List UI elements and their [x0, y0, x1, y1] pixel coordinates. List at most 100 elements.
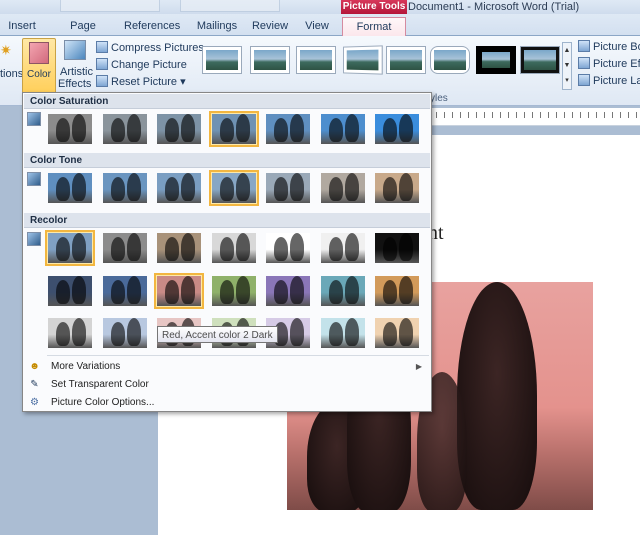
saturation-thumbnail[interactable] [372, 111, 422, 147]
tab-references[interactable]: References [124, 17, 180, 36]
tab-review[interactable]: Review [250, 17, 290, 36]
ruler-tick [532, 112, 533, 118]
tone-thumbnail[interactable] [263, 170, 313, 206]
recolor-thumbnail-image [320, 276, 365, 306]
recolor-thumbnail-image [157, 276, 201, 306]
ruler-tick [500, 112, 501, 118]
tone-thumbnail[interactable] [154, 170, 204, 206]
ruler-tick [508, 112, 509, 118]
saturation-thumbnail-image [48, 114, 92, 144]
tooltip: Red, Accent color 2 Dark [157, 326, 278, 343]
picture-color-options-item[interactable]: ⚙ Picture Color Options... [24, 394, 430, 411]
saturation-thumbnail[interactable] [45, 111, 95, 147]
tone-thumbnail[interactable] [372, 170, 422, 206]
recolor-thumbnail-image [320, 318, 365, 348]
gallery-scroll[interactable]: ▲ ▼ ▾ [562, 42, 572, 90]
ruler-tick [524, 112, 525, 118]
tab-format[interactable]: Format [342, 17, 406, 36]
recolor-thumbnail[interactable] [318, 315, 368, 351]
recolor-thumbnail[interactable] [45, 315, 95, 351]
tone-thumbnail[interactable] [45, 170, 95, 206]
reset-picture-button[interactable]: Reset Picture ▾ [96, 75, 186, 88]
color-saturation-header: Color Saturation [24, 94, 430, 109]
recolor-thumbnail[interactable] [154, 230, 204, 266]
recolor-thumbnail[interactable] [263, 273, 313, 309]
tab-view[interactable]: View [300, 17, 334, 36]
tone-thumbnail[interactable] [100, 170, 150, 206]
picture-style-5[interactable] [386, 46, 426, 74]
set-transparent-color-label: Set Transparent Color [51, 379, 149, 390]
ruler-tick [636, 112, 637, 118]
recolor-thumbnail-image [48, 233, 92, 263]
artistic-effects-label-2[interactable]: Effects [58, 78, 91, 90]
picture-layout-button[interactable]: Picture Layo [578, 74, 640, 87]
picture-style-1[interactable] [202, 46, 242, 74]
recolor-thumbnail[interactable] [372, 315, 422, 351]
recolor-thumbnail-image [157, 233, 201, 263]
picture-style-4[interactable] [343, 45, 383, 75]
tone-thumbnail-image [48, 173, 92, 203]
recolor-thumbnail[interactable] [318, 273, 368, 309]
horizontal-ruler[interactable] [430, 108, 640, 126]
recolor-thumbnail-image [48, 318, 92, 348]
penguin-shape [457, 282, 537, 510]
saturation-thumbnail-image [157, 114, 201, 144]
ruler-tick [612, 112, 613, 118]
compress-icon [96, 41, 108, 53]
picture-style-7[interactable] [476, 46, 516, 74]
recolor-thumbnail[interactable] [263, 230, 313, 266]
picture-style-2[interactable] [250, 46, 290, 74]
color-button[interactable]: Color [22, 38, 56, 94]
picture-style-3[interactable] [296, 46, 336, 74]
saturation-thumbnail[interactable] [154, 111, 204, 147]
saturation-thumbnail[interactable] [263, 111, 313, 147]
recolor-thumbnail[interactable] [45, 273, 95, 309]
picture-effects-button[interactable]: Picture Effe [578, 57, 640, 70]
picture-style-6[interactable] [430, 46, 470, 74]
change-picture-label: Change Picture [111, 59, 187, 71]
ruler-tick [436, 112, 437, 118]
compress-pictures-button[interactable]: Compress Pictures [96, 41, 204, 54]
recolor-thumbnail[interactable] [209, 230, 259, 266]
reset-picture-label: Reset Picture [111, 76, 178, 88]
tone-icon [27, 172, 41, 186]
recolor-thumbnail-image [48, 276, 92, 306]
picture-style-8[interactable] [520, 46, 560, 74]
saturation-thumbnail[interactable] [208, 111, 259, 147]
recolor-thumbnail[interactable] [372, 273, 422, 309]
tab-page-layout[interactable]: Page Layout [54, 17, 112, 50]
recolor-thumbnail-image [375, 233, 419, 263]
recolor-thumbnail[interactable] [100, 315, 150, 351]
ruler-tick [588, 112, 589, 118]
saturation-icon [27, 112, 41, 126]
tab-mailings[interactable]: Mailings [194, 17, 240, 36]
artistic-effects-label-1[interactable]: Artistic [60, 66, 93, 78]
set-transparent-color-item[interactable]: ✎ Set Transparent Color [24, 376, 430, 393]
more-variations-item[interactable]: ☻ More Variations ▶ [24, 358, 430, 375]
tone-thumbnail[interactable] [318, 170, 368, 206]
saturation-thumbnail-image [375, 114, 419, 144]
recolor-thumbnail[interactable] [209, 273, 259, 309]
tone-thumbnail[interactable] [208, 170, 259, 206]
recolor-thumbnail[interactable] [100, 230, 150, 266]
picture-border-button[interactable]: Picture Bord [578, 40, 640, 53]
artistic-effects-icon [64, 40, 86, 60]
corrections-button-label[interactable]: tions [0, 68, 23, 80]
tab-insert[interactable]: Insert [4, 17, 40, 36]
taskbar-tab-blur [60, 0, 160, 12]
saturation-thumbnail[interactable] [100, 111, 150, 147]
ruler-tick [452, 112, 453, 118]
more-variations-label: More Variations [51, 361, 121, 372]
recolor-thumbnail[interactable] [154, 273, 204, 309]
recolor-thumbnail[interactable] [318, 230, 368, 266]
change-picture-button[interactable]: Change Picture [96, 58, 187, 71]
recolor-thumbnail[interactable] [372, 230, 422, 266]
tone-thumbnail-image [211, 173, 256, 203]
color-tone-header: Color Tone [24, 153, 430, 168]
recolor-thumbnail[interactable] [45, 230, 95, 266]
pen-icon: ✎ [30, 379, 39, 390]
picture-tools-context-tab: Picture Tools [341, 0, 407, 14]
saturation-thumbnail[interactable] [318, 111, 368, 147]
recolor-thumbnail[interactable] [100, 273, 150, 309]
ruler-tick [572, 112, 573, 118]
